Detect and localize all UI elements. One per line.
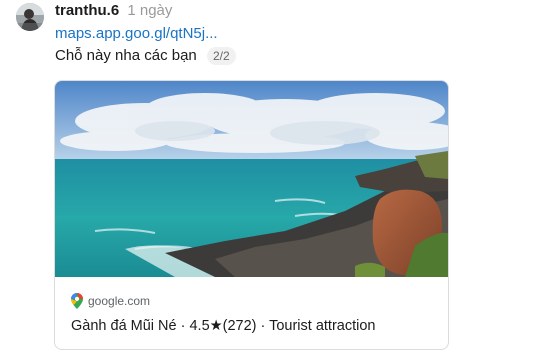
message-text: Chỗ này nha các bạn	[55, 47, 197, 64]
google-maps-pin-icon	[71, 293, 83, 309]
post-time[interactable]: 1 ngày	[127, 2, 172, 19]
post-message: Chỗ này nha các bạn 2/2	[55, 47, 236, 65]
maps-link[interactable]: maps.app.goo.gl/qtN5j...	[55, 25, 218, 43]
link-domain: google.com	[88, 294, 151, 308]
link-title[interactable]: Gành đá Mũi Né · 4.5★(272) · Tourist att…	[71, 317, 375, 335]
link-preview-card[interactable]: google.com Gành đá Mũi Né · 4.5★(272) · …	[54, 80, 449, 350]
page-indicator: 2/2	[206, 47, 236, 65]
link-preview-image[interactable]	[55, 81, 448, 277]
post-header: tranthu.6 1 ngày	[55, 2, 172, 20]
link-source: google.com	[71, 293, 150, 309]
avatar[interactable]	[16, 3, 44, 31]
username[interactable]: tranthu.6	[55, 2, 119, 19]
